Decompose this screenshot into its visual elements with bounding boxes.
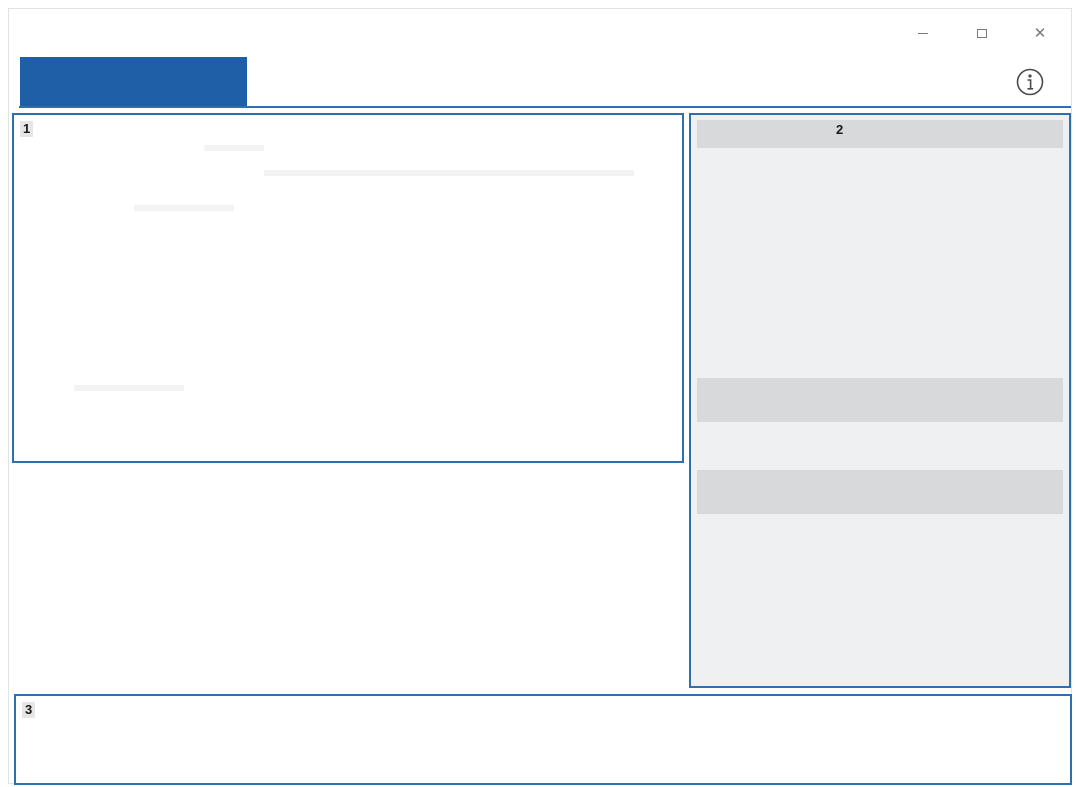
close-icon: ✕ (1033, 23, 1047, 42)
blurred-content (264, 170, 634, 176)
panel-section-header[interactable] (697, 470, 1063, 514)
maximize-button[interactable] (971, 23, 993, 43)
tab-active[interactable] (20, 57, 247, 107)
callout-label-1: 1 (20, 121, 34, 137)
info-icon[interactable] (1015, 67, 1045, 97)
blurred-content (134, 205, 234, 211)
maximize-icon (977, 28, 987, 38)
blurred-content (204, 145, 264, 151)
tab-underline (19, 106, 1071, 108)
callout-region-1: 1 (12, 113, 684, 463)
panel-header (697, 120, 1063, 148)
close-button[interactable]: ✕ (1029, 23, 1051, 43)
app-window: ✕ 1 2 3 (8, 8, 1072, 785)
blurred-content (74, 385, 184, 391)
minimize-button[interactable] (912, 23, 934, 43)
panel-section-header[interactable] (697, 378, 1063, 422)
callout-region-3: 3 (14, 694, 1072, 785)
callout-region-2: 2 (689, 113, 1071, 688)
callout-label-2: 2 (836, 122, 844, 137)
minimize-icon (918, 32, 928, 34)
callout-label-3: 3 (22, 702, 36, 718)
